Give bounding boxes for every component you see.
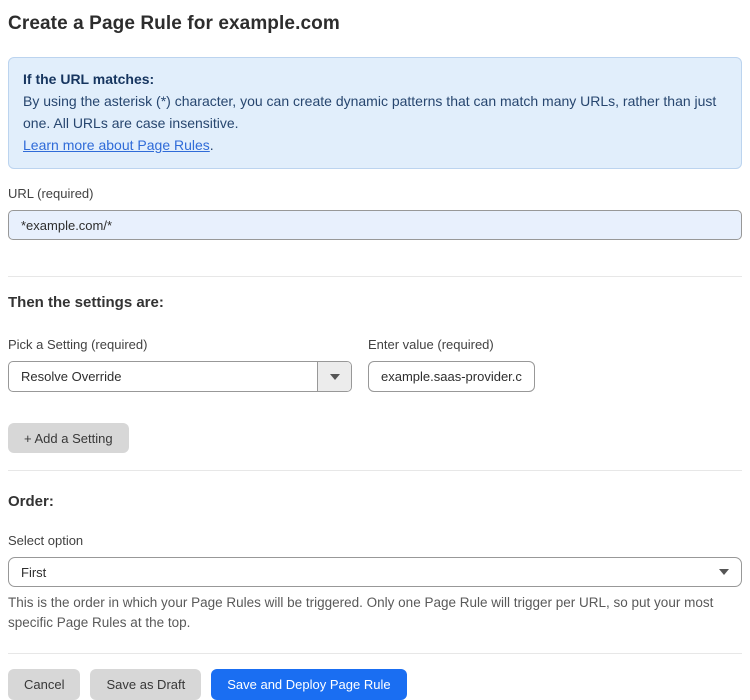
setting-select[interactable]: Resolve Override [8, 361, 352, 392]
order-select-caret-wrap [707, 558, 741, 586]
chevron-down-icon [719, 569, 729, 575]
url-input[interactable] [8, 210, 742, 240]
order-select-value: First [21, 564, 47, 580]
setting-value-label: Enter value (required) [368, 337, 494, 352]
order-select[interactable]: First [8, 557, 742, 587]
settings-section-heading: Then the settings are: [8, 294, 164, 311]
settings-row: Pick a Setting (required) Resolve Overri… [8, 311, 742, 392]
actions-row: Cancel Save as Draft Save and Deploy Pag… [8, 669, 742, 700]
divider [8, 470, 742, 471]
add-setting-button[interactable]: + Add a Setting [8, 423, 129, 453]
link-period: . [209, 137, 214, 153]
cancel-button[interactable]: Cancel [8, 669, 81, 700]
setting-value-column: Enter value (required) [368, 311, 535, 392]
setting-select-value: Resolve Override [21, 369, 122, 384]
setting-select-arrow-button[interactable] [317, 362, 351, 391]
setting-picker-column: Pick a Setting (required) Resolve Overri… [8, 311, 352, 392]
chevron-down-icon [329, 373, 340, 380]
save-as-draft-button[interactable]: Save as Draft [90, 669, 202, 700]
learn-more-link[interactable]: Learn more about Page Rules [23, 137, 210, 153]
divider [8, 276, 742, 277]
info-box-link-line: Learn more about Page Rules. [23, 134, 727, 156]
info-box-body: By using the asterisk (*) character, you… [23, 93, 717, 131]
setting-picker-label: Pick a Setting (required) [8, 337, 148, 352]
save-and-deploy-button[interactable]: Save and Deploy Page Rule [211, 669, 407, 700]
page-title: Create a Page Rule for example.com [8, 13, 340, 34]
url-matches-info-box: If the URL matches: By using the asteris… [8, 57, 742, 169]
order-select-label: Select option [8, 533, 84, 548]
order-help-text: This is the order in which your Page Rul… [8, 595, 714, 630]
order-section-heading: Order: [8, 493, 54, 510]
setting-value-input[interactable] [368, 361, 535, 392]
info-box-heading: If the URL matches: [23, 71, 155, 87]
divider [8, 653, 742, 654]
url-field-label: URL (required) [8, 186, 94, 201]
